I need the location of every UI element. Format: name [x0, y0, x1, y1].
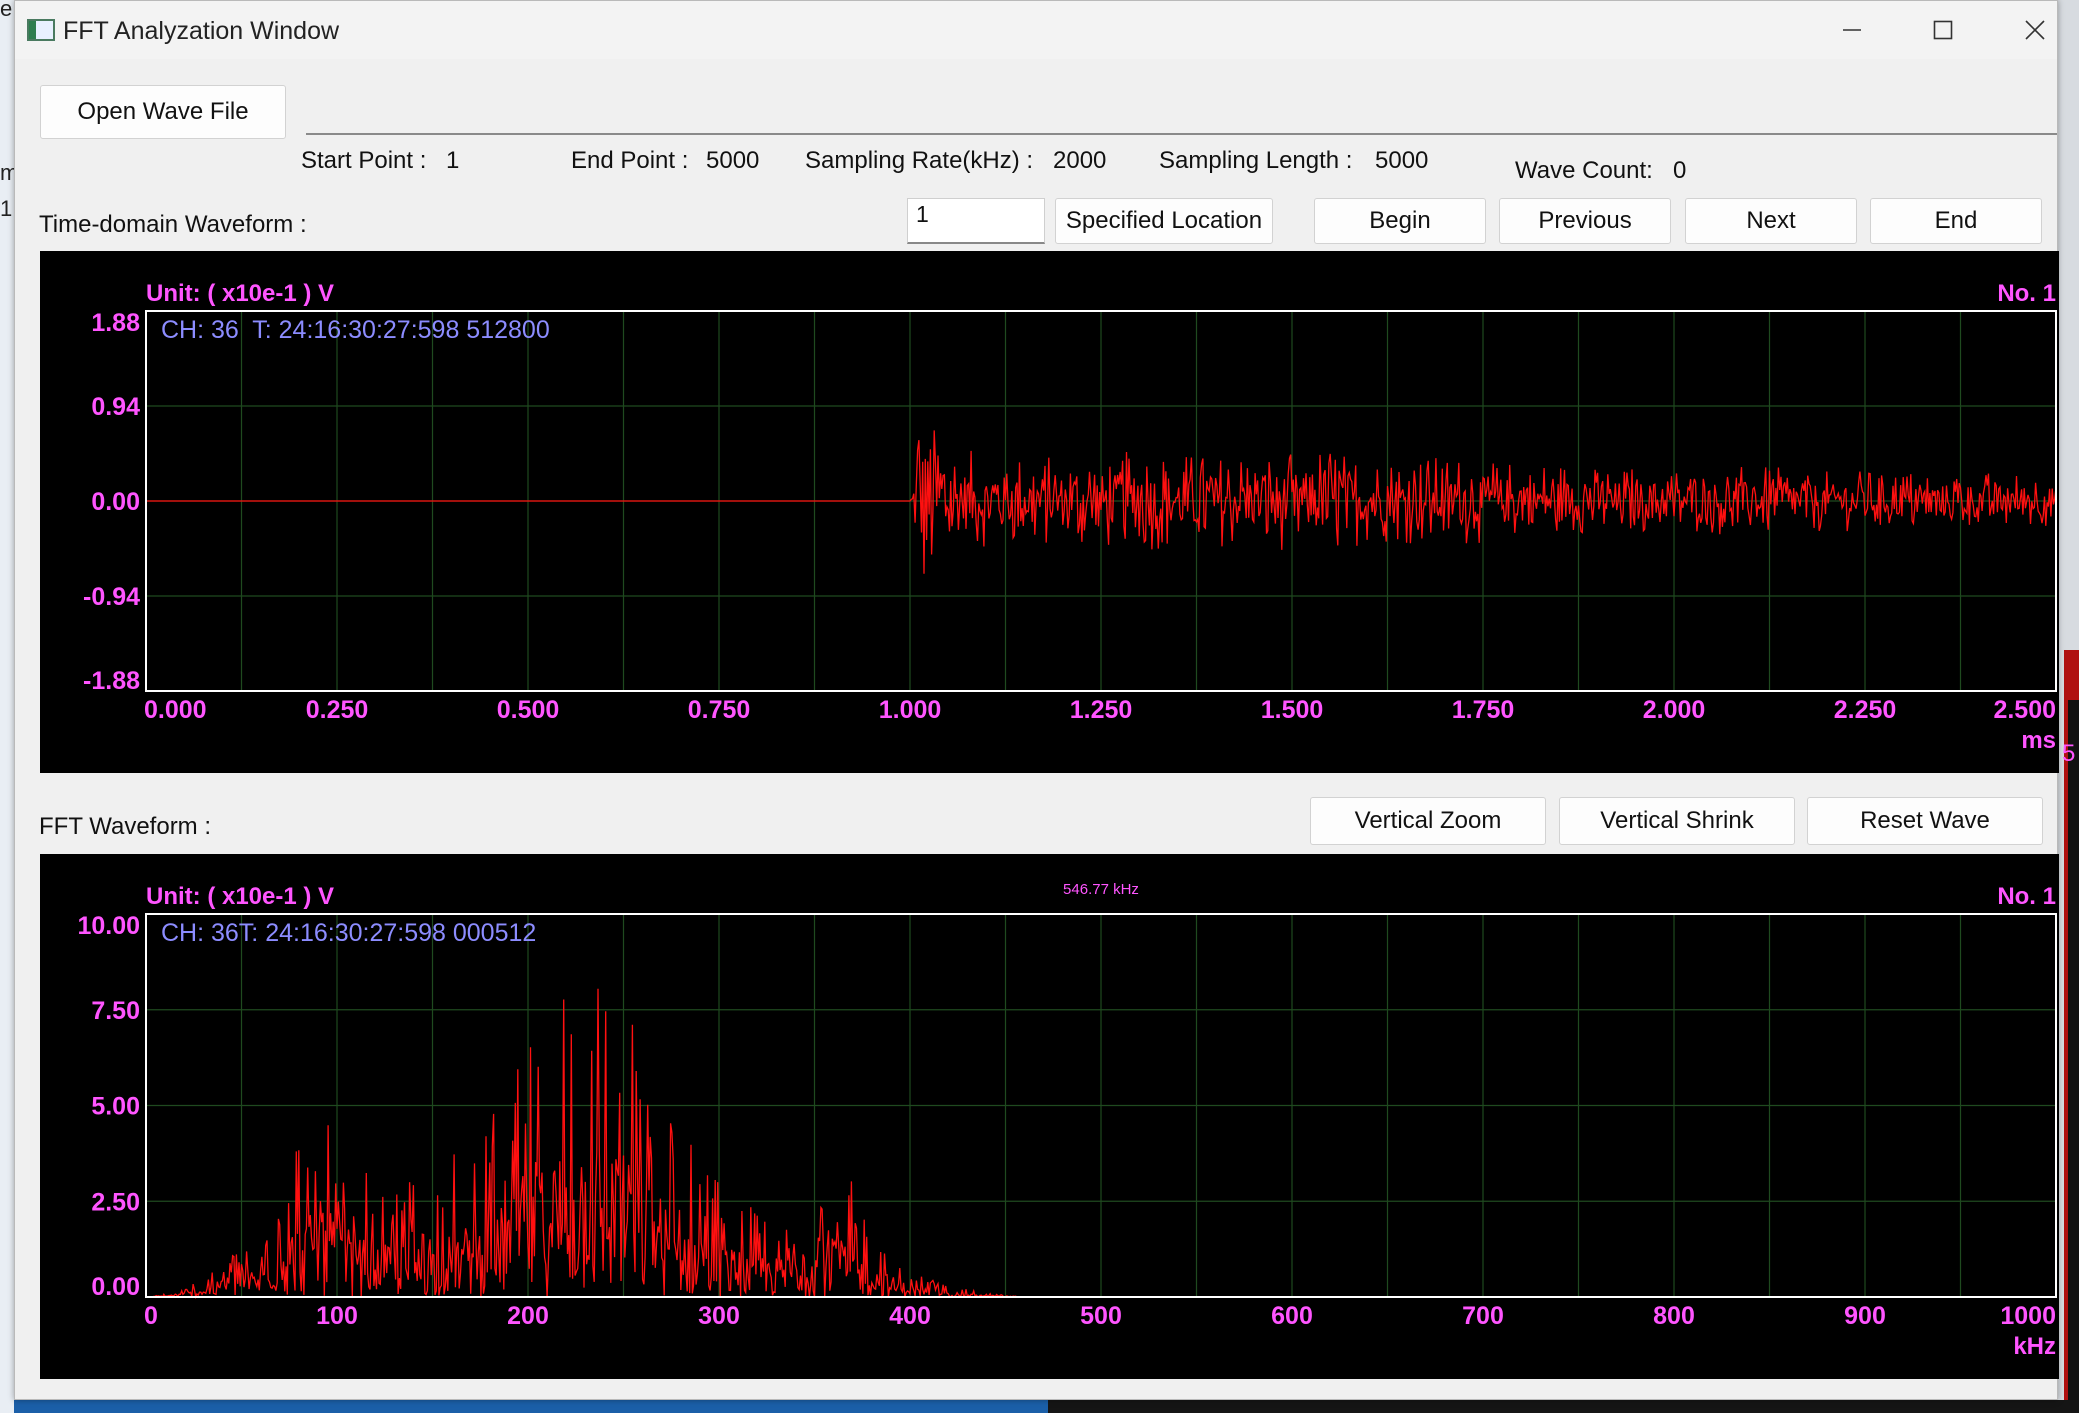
desktop-background-left: e m 1	[0, 0, 18, 1413]
x-tick-label: 0.000	[144, 696, 207, 724]
next-button[interactable]: Next	[1685, 198, 1857, 244]
y-tick-label: -0.94	[83, 583, 140, 611]
end-point-value: 5000	[706, 147, 760, 174]
y-tick-label: 0.00	[91, 488, 140, 516]
x-unit-label: ms	[2021, 727, 2056, 754]
y-tick-label: -1.88	[83, 667, 140, 695]
begin-button[interactable]: Begin	[1314, 198, 1486, 244]
desktop-taskbar-fragment	[1048, 1400, 2079, 1413]
y-tick-label: 10.00	[77, 912, 140, 940]
cursor-frequency-label: 546.77 kHz	[1063, 881, 1139, 898]
x-tick-label: 1.750	[1452, 696, 1515, 724]
open-wave-file-button[interactable]: Open Wave File	[40, 85, 286, 139]
x-tick-label: 1.000	[879, 696, 942, 724]
end-button[interactable]: End	[1870, 198, 2042, 244]
y-tick-label: 0.00	[91, 1273, 140, 1301]
app-icon	[27, 19, 55, 41]
maximize-icon	[1933, 20, 1953, 40]
previous-button[interactable]: Previous	[1499, 198, 1671, 244]
fft-chart: Unit: ( x10e-1 ) V No. 1 CH: 36T: 24:16:30…	[40, 854, 2059, 1379]
wave-number-label: No. 1	[1997, 883, 2056, 910]
x-tick-label: 1.250	[1070, 696, 1133, 724]
x-tick-label: 800	[1653, 1302, 1695, 1330]
y-tick-label: 7.50	[91, 997, 140, 1025]
y-tick-label: 5.00	[91, 1093, 140, 1121]
x-tick-label: 0.250	[306, 696, 369, 724]
sampling-rate-value: 2000	[1053, 147, 1107, 174]
y-tick-label: 0.94	[91, 393, 140, 421]
desktop-glyph: e	[0, 0, 13, 21]
x-tick-label: 100	[316, 1302, 358, 1330]
minimize-button[interactable]	[1817, 7, 1887, 53]
x-tick-label: 600	[1271, 1302, 1313, 1330]
channel-time-info: CH: 36 T: 24:16:30:27:598 512800	[161, 316, 550, 344]
x-tick-label: 0	[144, 1302, 158, 1330]
maximize-button[interactable]	[1908, 7, 1978, 53]
close-icon	[2025, 20, 2045, 40]
title-bar[interactable]: FFT Analyzation Window	[15, 1, 2057, 59]
fft-waveform-label: FFT Waveform :	[39, 813, 212, 840]
desktop-window-fragment	[2068, 700, 2079, 1400]
vertical-zoom-button[interactable]: Vertical Zoom	[1310, 797, 1546, 845]
y-tick-label: 2.50	[91, 1188, 140, 1216]
minimize-icon	[1843, 29, 1861, 31]
time-domain-chart: Unit: ( x10e-1 ) V No. 1 CH: 36 T: 24:16:3…	[40, 251, 2059, 773]
unit-label: Unit: ( x10e-1 ) V	[146, 280, 334, 307]
unit-label: Unit: ( x10e-1 ) V	[146, 883, 334, 910]
start-point-label: Start Point :	[301, 147, 427, 174]
x-tick-label: 2.250	[1834, 696, 1897, 724]
channel-time-info: CH: 36T: 24:16:30:27:598 000512	[161, 919, 536, 947]
desktop-glyph: 5	[2062, 740, 2076, 767]
x-tick-label: 2.500	[1993, 696, 2056, 724]
x-tick-label: 1000	[2000, 1302, 2056, 1330]
reset-wave-button[interactable]: Reset Wave	[1807, 797, 2043, 845]
x-tick-label: 700	[1462, 1302, 1504, 1330]
location-input[interactable]: 1	[907, 198, 1045, 244]
wave-count-label: Wave Count:	[1515, 157, 1653, 184]
sampling-length-value: 5000	[1375, 147, 1429, 174]
vertical-shrink-button[interactable]: Vertical Shrink	[1559, 797, 1795, 845]
x-tick-label: 300	[698, 1302, 740, 1330]
desktop-glyph: 1	[0, 196, 13, 221]
close-button[interactable]	[2000, 7, 2070, 53]
start-point-value: 1	[446, 147, 460, 174]
specified-location-button[interactable]: Specified Location	[1055, 198, 1273, 244]
time-domain-label: Time-domain Waveform :	[39, 211, 307, 238]
wave-number-label: No. 1	[1997, 280, 2056, 307]
x-tick-label: 2.000	[1643, 696, 1706, 724]
end-point-label: End Point :	[571, 147, 689, 174]
window-title: FFT Analyzation Window	[63, 17, 340, 45]
sampling-length-label: Sampling Length :	[1159, 147, 1353, 174]
x-tick-label: 0.750	[688, 696, 751, 724]
y-tick-label: 1.88	[91, 309, 140, 337]
file-path-field[interactable]	[306, 89, 2057, 135]
fft-analyzation-window: FFT Analyzation Window Open Wave File St…	[14, 0, 2059, 1400]
sampling-rate-label: Sampling Rate(kHz) :	[805, 147, 1034, 174]
x-tick-label: 500	[1080, 1302, 1122, 1330]
x-tick-label: 1.500	[1261, 696, 1324, 724]
x-tick-label: 400	[889, 1302, 931, 1330]
time-domain-chart-svg: Unit: ( x10e-1 ) V No. 1 CH: 36 T: 24:16:3…	[83, 280, 2057, 754]
wave-count-value: 0	[1673, 157, 1687, 184]
x-unit-label: kHz	[2013, 1333, 2056, 1360]
x-tick-label: 200	[507, 1302, 549, 1330]
fft-chart-svg: Unit: ( x10e-1 ) V No. 1 CH: 36T: 24:16:30…	[77, 881, 2057, 1360]
x-tick-label: 0.500	[497, 696, 560, 724]
x-tick-label: 900	[1844, 1302, 1886, 1330]
